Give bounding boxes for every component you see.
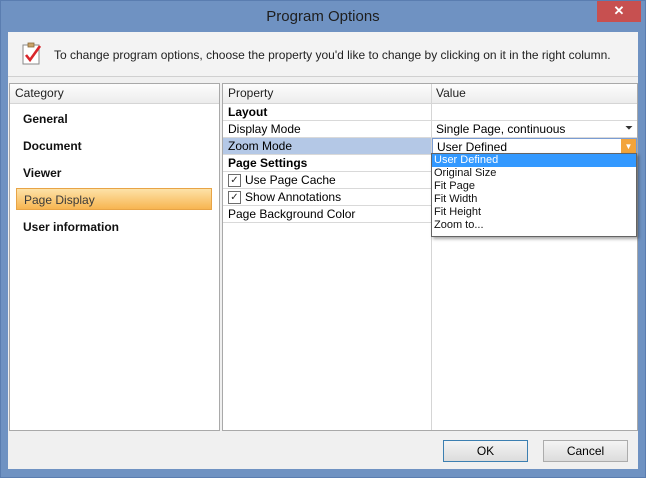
chevron-down-icon: ▼ (624, 142, 633, 151)
property-grid: Property Value Layout Display Mode Singl… (222, 83, 638, 431)
display-mode-label: Display Mode (228, 122, 301, 136)
display-mode-row[interactable]: Display Mode Single Page, continuous ⏷ (223, 121, 637, 138)
info-bar: To change program options, choose the pr… (8, 32, 638, 77)
category-item-user-information[interactable]: User information (16, 216, 212, 238)
zoom-mode-value: User Defined (437, 140, 508, 154)
checklist-icon (22, 42, 42, 65)
dropdown-option-user-defined[interactable]: User Defined (432, 154, 636, 167)
page-background-color-label: Page Background Color (228, 207, 356, 221)
show-annotations-checkbox[interactable]: ✓ (228, 191, 241, 204)
info-text: To change program options, choose the pr… (54, 48, 611, 62)
grid-header: Property Value (223, 84, 637, 104)
column-divider[interactable] (431, 84, 432, 430)
category-item-general[interactable]: General (16, 108, 212, 130)
property-column-header: Property (228, 86, 274, 100)
value-column-header: Value (436, 86, 466, 100)
zoom-mode-dropdown-list: User Defined Original Size Fit Page Fit … (431, 153, 637, 237)
ok-button[interactable]: OK (443, 440, 528, 462)
category-item-document[interactable]: Document (16, 135, 212, 157)
cancel-button[interactable]: Cancel (543, 440, 628, 462)
show-annotations-label: Show Annotations (245, 190, 342, 204)
category-header: Category (10, 84, 219, 104)
dropdown-arrow-button[interactable]: ▼ (621, 139, 636, 154)
dropdown-option-original-size[interactable]: Original Size (432, 167, 636, 180)
dropdown-option-zoom-to[interactable]: Zoom to... (432, 219, 636, 232)
dropdown-option-fit-page[interactable]: Fit Page (432, 180, 636, 193)
category-item-viewer[interactable]: Viewer (16, 162, 212, 184)
window-title: Program Options (266, 8, 380, 25)
category-item-page-display[interactable]: Page Display (16, 188, 212, 210)
page-settings-section-label: Page Settings (228, 156, 308, 170)
dropdown-option-fit-width[interactable]: Fit Width (432, 193, 636, 206)
close-icon: ✕ (613, 3, 625, 18)
category-panel: Category General Document Viewer Page Di… (9, 83, 220, 431)
dropdown-option-fit-height[interactable]: Fit Height (432, 206, 636, 219)
display-mode-value[interactable]: Single Page, continuous (436, 122, 565, 136)
zoom-mode-label: Zoom Mode (228, 139, 293, 153)
close-button[interactable]: ✕ (597, 1, 641, 22)
layout-section-row: Layout (223, 104, 637, 121)
use-page-cache-checkbox[interactable]: ✓ (228, 174, 241, 187)
filter-icon: ⏷ (625, 123, 633, 134)
layout-section-label: Layout (228, 105, 268, 119)
dialog-client-area: To change program options, choose the pr… (8, 32, 638, 469)
program-options-window: Program Options ✕ To change program opti… (0, 0, 646, 478)
use-page-cache-label: Use Page Cache (245, 173, 336, 187)
title-bar[interactable]: Program Options ✕ (1, 1, 645, 32)
